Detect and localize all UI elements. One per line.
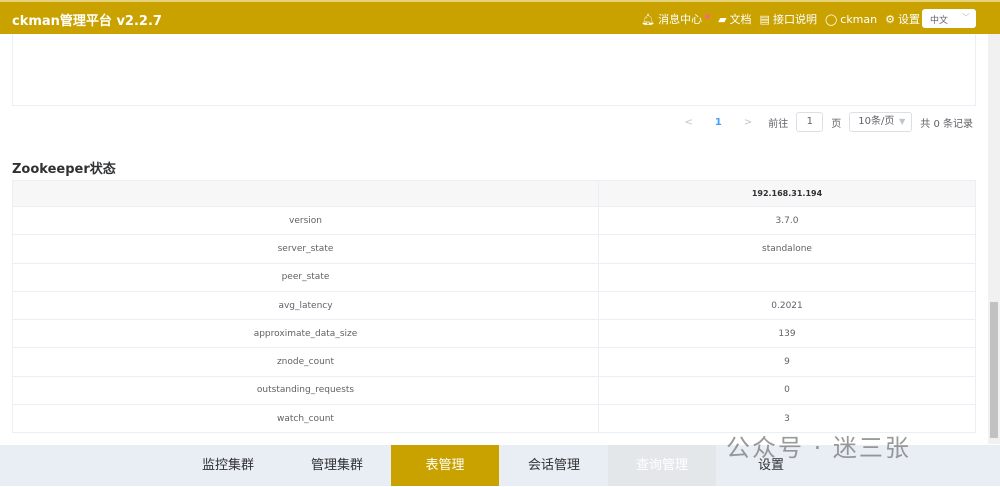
- user-icon: ◯: [824, 12, 838, 26]
- docs-link[interactable]: ▰ 文档: [718, 11, 751, 27]
- messages-label: 消息中心: [658, 13, 703, 26]
- metric-name: znode_count: [12, 347, 599, 377]
- header-host: 192.168.31.194: [598, 180, 976, 207]
- bell-icon: 🔔︎: [641, 12, 656, 26]
- goto-page-input[interactable]: 1: [796, 112, 824, 132]
- metric-name: watch_count: [12, 404, 599, 434]
- table-row: znode_count 9: [12, 347, 976, 377]
- settings-link[interactable]: ⚙ 设置: [885, 11, 920, 27]
- language-select[interactable]: 中文 ﹀: [922, 9, 976, 28]
- tab-manage-cluster[interactable]: 管理集群: [283, 445, 391, 486]
- chevron-down-icon: ﹀: [962, 13, 970, 22]
- messages-link[interactable]: 🔔︎ 消息中心: [641, 11, 711, 27]
- unread-dot: [705, 13, 711, 19]
- metric-name: version: [12, 205, 599, 236]
- metric-name: peer_state: [12, 262, 599, 292]
- document-icon: ▤: [759, 12, 770, 26]
- table-row: avg_latency 0.2021: [12, 290, 976, 321]
- metric-value: 0.2021: [598, 290, 976, 321]
- tab-session-management[interactable]: 会话管理: [500, 445, 608, 486]
- settings-label: 设置: [898, 13, 920, 26]
- metric-name: avg_latency: [12, 290, 599, 321]
- page-size-value: 10条/页: [858, 116, 895, 127]
- table-row: peer_state: [12, 262, 976, 292]
- top-header: ckman管理平台 v2.2.7 🔔︎ 消息中心 ▰ 文档 ▤ 接口说明 ◯ ckman…: [0, 0, 1000, 34]
- table-row: version 3.7.0: [12, 205, 976, 236]
- pagination: < 1 > 前往 1 页 10条/页 ▼ 共 0 条记录: [677, 112, 973, 132]
- app-title: ckman管理平台 v2.2.7: [12, 14, 162, 29]
- book-icon: ▰: [718, 12, 727, 26]
- metric-value: 0: [598, 375, 976, 406]
- api-label: 接口说明: [772, 13, 817, 26]
- tab-query-management[interactable]: 查询管理: [608, 445, 716, 486]
- page-1[interactable]: 1: [709, 117, 728, 128]
- scrollbar-thumb[interactable]: [990, 302, 998, 438]
- next-page-button[interactable]: >: [736, 117, 760, 128]
- metric-value: 139: [598, 319, 976, 349]
- api-link[interactable]: ▤ 接口说明: [760, 11, 817, 27]
- goto-label: 前往: [768, 118, 789, 130]
- docs-label: 文档: [729, 13, 752, 26]
- metric-value: [598, 262, 976, 292]
- table-row: outstanding_requests 0: [12, 375, 976, 406]
- user-link[interactable]: ◯ ckman: [825, 13, 877, 26]
- total-records: 共 0 条记录: [920, 118, 973, 130]
- metric-value: 3.7.0: [598, 205, 976, 236]
- user-label: ckman: [840, 12, 878, 26]
- section-title: Zookeeper状态: [12, 162, 116, 177]
- page-size-select[interactable]: 10条/页 ▼: [849, 112, 913, 132]
- tab-monitor-cluster[interactable]: 监控集群: [174, 445, 282, 486]
- header-key: [12, 180, 599, 207]
- zookeeper-status-table: 192.168.31.194 version 3.7.0 server_state s…: [12, 180, 976, 434]
- gear-icon: ⚙: [885, 12, 895, 26]
- tab-table-management[interactable]: 表管理: [391, 445, 499, 486]
- metric-name: approximate_data_size: [12, 319, 599, 349]
- metric-value: 9: [598, 347, 976, 377]
- prev-page-button[interactable]: <: [677, 117, 701, 128]
- watermark: 公众号 · 迷三张: [726, 434, 911, 462]
- goto-suffix: 页: [831, 118, 842, 130]
- metric-name: server_state: [12, 234, 599, 264]
- empty-table-area: [12, 34, 976, 106]
- metric-name: outstanding_requests: [12, 375, 599, 406]
- caret-down-icon: ▼: [899, 117, 906, 126]
- table-row: server_state standalone: [12, 234, 976, 264]
- table-row: approximate_data_size 139: [12, 319, 976, 349]
- language-value: 中文: [930, 16, 949, 26]
- metric-value: standalone: [598, 234, 976, 264]
